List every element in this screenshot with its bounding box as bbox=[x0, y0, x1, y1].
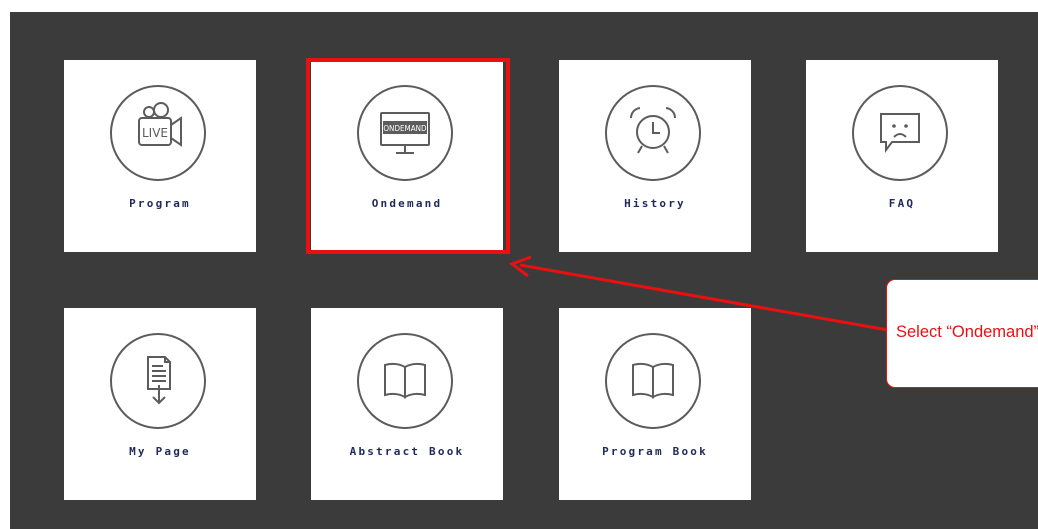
tile-program-label: Program bbox=[129, 197, 191, 210]
open-book-icon bbox=[605, 333, 701, 429]
tile-ondemand[interactable]: ONDEMAND Ondemand bbox=[311, 60, 503, 252]
tile-program[interactable]: LIVE Program bbox=[64, 60, 256, 252]
tile-program-book[interactable]: Program Book bbox=[559, 308, 751, 500]
tile-history-label: History bbox=[624, 197, 686, 210]
alarm-clock-icon bbox=[605, 85, 701, 181]
open-book-icon bbox=[357, 333, 453, 429]
instruction-callout-text: Select “Ondemand” bbox=[896, 323, 1038, 341]
live-icon-text: LIVE bbox=[142, 126, 168, 140]
tile-program-book-label: Program Book bbox=[602, 445, 708, 458]
tile-abstract-book-label: Abstract Book bbox=[349, 445, 465, 458]
instruction-callout: Select “Ondemand” bbox=[886, 279, 1038, 388]
tile-my-page[interactable]: My Page bbox=[64, 308, 256, 500]
monitor-icon-text: ONDEMAND bbox=[383, 124, 427, 133]
monitor-icon: ONDEMAND bbox=[357, 85, 453, 181]
tile-faq[interactable]: FAQ bbox=[806, 60, 998, 252]
tile-abstract-book[interactable]: Abstract Book bbox=[311, 308, 503, 500]
tile-ondemand-label: Ondemand bbox=[371, 197, 443, 210]
tile-my-page-label: My Page bbox=[129, 445, 191, 458]
document-download-icon bbox=[110, 333, 206, 429]
tile-history[interactable]: History bbox=[559, 60, 751, 252]
live-camera-icon: LIVE bbox=[110, 85, 206, 181]
tile-faq-label: FAQ bbox=[888, 197, 916, 210]
sad-chat-bubble-icon bbox=[852, 85, 948, 181]
